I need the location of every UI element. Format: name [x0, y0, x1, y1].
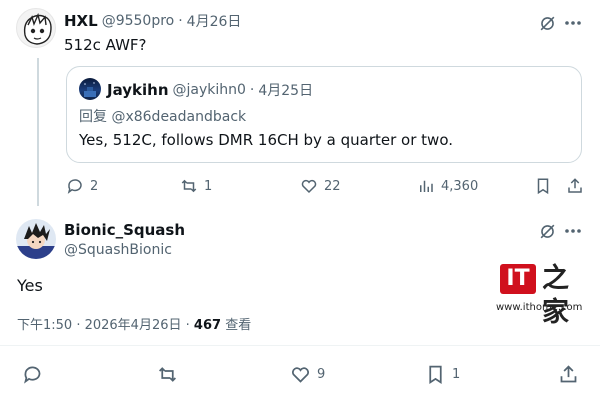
jaykihn-handle: @jaykihn0	[172, 82, 246, 98]
hxl-date[interactable]: 4月26日	[187, 11, 242, 31]
reply-icon	[67, 179, 82, 194]
reply-count: 2	[90, 178, 99, 194]
main-tweet-views-count: 467	[193, 318, 222, 333]
repost-button[interactable]: 1	[180, 177, 212, 195]
main-tweet-timestamp[interactable]: 下午1:50 · 2026年4月26日 ·	[17, 318, 190, 333]
hxl-handle[interactable]: @9550pro	[102, 13, 175, 29]
more-icon[interactable]	[562, 12, 584, 34]
main-like-button[interactable]: 9	[290, 364, 325, 385]
like-button[interactable]: 22	[300, 177, 341, 195]
bionic-squash-display-name[interactable]: Bionic_Squash	[64, 221, 185, 239]
like-icon	[301, 179, 317, 194]
views-button[interactable]: 4,360	[417, 177, 478, 195]
repost-icon	[159, 367, 176, 382]
repost-icon	[181, 179, 197, 193]
main-bookmark-button[interactable]: 1	[425, 364, 460, 385]
hxl-display-name[interactable]: HXL	[64, 12, 98, 30]
quote-reply-to: @x86deadandback	[111, 109, 247, 125]
share-button[interactable]	[565, 176, 585, 196]
reply-button[interactable]: 2	[66, 177, 98, 195]
views-count: 4,360	[441, 178, 479, 194]
bookmark-icon	[537, 178, 549, 195]
main-tweet-text: Yes	[17, 276, 43, 295]
quoted-tweet-card[interactable]: Jaykihn @jaykihn0 · 4月25日 回复 @x86deadand…	[66, 66, 582, 163]
quote-text: Yes, 512C, follows DMR 16CH by a quarter…	[79, 131, 454, 149]
main-tweet-views-label: 查看	[225, 318, 252, 333]
more-icon[interactable]	[562, 220, 584, 242]
repost-count: 1	[204, 178, 213, 194]
hxl-tweet-text: 512c AWF?	[64, 36, 147, 54]
ithome-logo-char: 之家	[542, 263, 569, 328]
ithome-logo: IT	[500, 264, 536, 294]
main-reply-button[interactable]	[22, 364, 43, 385]
jaykihn-display-name: Jaykihn	[107, 81, 169, 99]
reply-icon	[24, 366, 41, 384]
like-icon	[292, 367, 309, 383]
jaykihn-date: 4月25日	[258, 83, 314, 99]
ithome-watermark: IT 之家 www.ithome.com	[496, 262, 588, 328]
divider	[0, 345, 600, 346]
grok-icon[interactable]	[536, 220, 558, 242]
grok-icon[interactable]	[536, 12, 558, 34]
hxl-avatar[interactable]	[16, 8, 56, 48]
bionic-squash-avatar[interactable]	[16, 219, 56, 259]
bookmark-icon	[429, 365, 442, 385]
main-bookmark-count: 1	[452, 367, 461, 382]
hxl-separator: ·	[178, 13, 183, 29]
thread-line	[37, 58, 39, 206]
quote-reply-prefix: 回复	[79, 109, 107, 125]
main-like-count: 9	[317, 367, 326, 382]
views-icon	[420, 180, 433, 192]
bookmark-button[interactable]	[533, 176, 553, 196]
main-repost-button[interactable]	[157, 364, 178, 385]
ithome-url: www.ithome.com	[496, 302, 583, 313]
bionic-squash-handle[interactable]: @SquashBionic	[64, 242, 172, 258]
jaykihn-separator: ·	[249, 82, 255, 98]
jaykihn-avatar	[79, 78, 101, 100]
main-share-button[interactable]	[558, 364, 579, 385]
share-icon	[560, 365, 577, 383]
like-count: 22	[324, 178, 341, 194]
share-icon	[568, 178, 582, 193]
